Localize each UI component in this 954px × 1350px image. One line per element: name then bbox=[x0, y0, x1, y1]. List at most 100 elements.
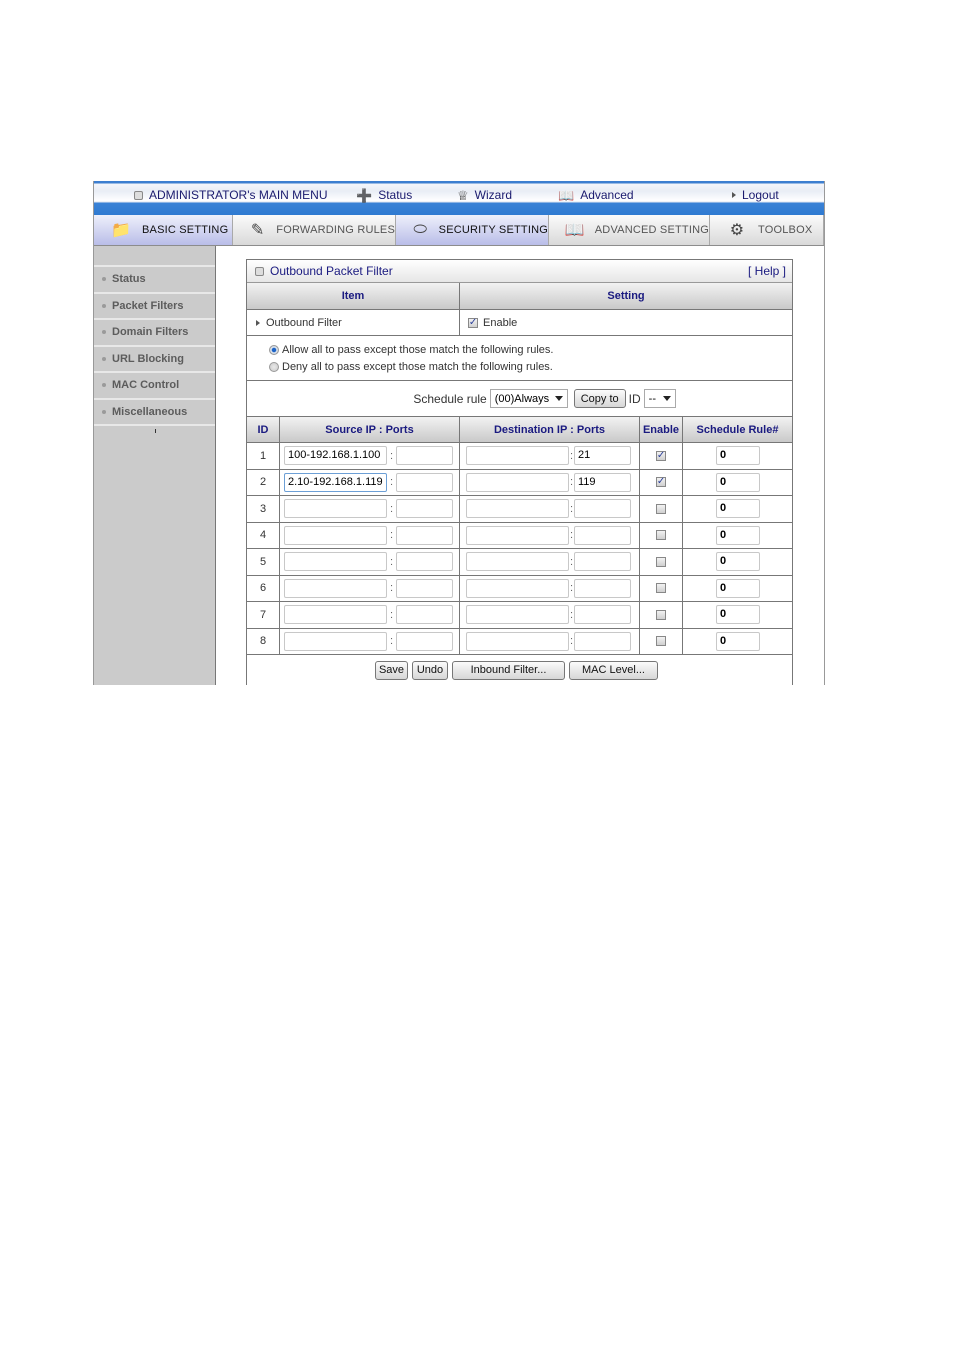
destination-port-input[interactable] bbox=[574, 578, 631, 598]
source-port-input[interactable] bbox=[396, 605, 453, 625]
source-port-input[interactable] bbox=[396, 525, 453, 545]
sidebar-item-miscellaneous[interactable]: Miscellaneous bbox=[94, 398, 215, 423]
colon-separator: : bbox=[389, 449, 394, 462]
radio-allow-option[interactable]: Allow all to pass except those match the… bbox=[269, 344, 792, 356]
destination-port-input[interactable] bbox=[574, 631, 631, 651]
colon-separator: : bbox=[389, 635, 394, 648]
destination-cell: : bbox=[460, 602, 640, 628]
destination-port-input[interactable] bbox=[574, 499, 631, 519]
save-button[interactable]: Save bbox=[375, 660, 408, 680]
schedule-rule-input[interactable]: 0 bbox=[716, 446, 760, 466]
schedule-rule-input[interactable]: 0 bbox=[716, 472, 760, 492]
schedule-rule-select[interactable]: (00)Always bbox=[489, 389, 568, 408]
rule-enable-checkbox[interactable] bbox=[656, 636, 666, 647]
source-ip-input[interactable] bbox=[284, 631, 387, 651]
source-ip-input[interactable] bbox=[284, 525, 387, 545]
tab-forwarding-rules[interactable]: ✎ FORWARDING RULES bbox=[233, 215, 396, 245]
source-ip-input[interactable] bbox=[284, 578, 387, 598]
source-ip-input[interactable] bbox=[284, 605, 387, 625]
item-setting-header: Item Setting bbox=[247, 283, 792, 310]
chevron-down-icon bbox=[555, 396, 564, 401]
destination-port-input[interactable] bbox=[574, 552, 631, 572]
source-port-input[interactable] bbox=[396, 446, 453, 466]
schedule-rule-input[interactable]: 0 bbox=[716, 631, 760, 651]
copy-id-select[interactable]: -- bbox=[643, 389, 676, 408]
radio-allow[interactable] bbox=[269, 344, 279, 355]
rule-enable-checkbox[interactable] bbox=[656, 609, 666, 620]
destination-ip-input[interactable] bbox=[466, 578, 569, 598]
bullet-icon bbox=[102, 409, 106, 414]
source-ip-input[interactable]: 100-192.168.1.100 bbox=[284, 446, 387, 466]
tab-basic-setting[interactable]: 📁 BASIC SETTING bbox=[94, 215, 233, 245]
schedule-rule-input[interactable]: 0 bbox=[716, 525, 760, 545]
sidebar-item-packet-filters[interactable]: Packet Filters bbox=[94, 292, 215, 317]
source-port-input[interactable] bbox=[396, 552, 453, 572]
destination-ip-input[interactable] bbox=[466, 446, 569, 466]
rule-row: 5:: 0 bbox=[247, 549, 792, 576]
tab-toolbox[interactable]: ⚙ TOOLBOX bbox=[710, 215, 824, 245]
source-port-input[interactable] bbox=[396, 472, 453, 492]
destination-ip-input[interactable] bbox=[466, 605, 569, 625]
sidebar-item-mac-control[interactable]: MAC Control bbox=[94, 371, 215, 396]
col-destination: Destination IP : Ports bbox=[460, 417, 640, 442]
source-port-input[interactable] bbox=[396, 631, 453, 651]
tab-advanced-setting[interactable]: 📖 ADVANCED SETTING bbox=[549, 215, 710, 245]
source-port-input[interactable] bbox=[396, 578, 453, 598]
radio-deny-option[interactable]: Deny all to pass except those match the … bbox=[269, 361, 792, 373]
top-menu-advanced[interactable]: 📖 Advanced bbox=[558, 188, 634, 202]
sidebar-item-status[interactable]: Status bbox=[94, 265, 215, 290]
chevron-down-icon bbox=[662, 396, 671, 401]
rule-enable-checkbox[interactable] bbox=[656, 556, 666, 567]
rule-enable-checkbox[interactable] bbox=[656, 583, 666, 594]
schedule-cell: 0 bbox=[683, 629, 792, 655]
rule-row: 6:: 0 bbox=[247, 575, 792, 602]
rule-id: 8 bbox=[247, 628, 280, 654]
panel-title: Outbound Packet Filter bbox=[270, 264, 393, 278]
sidebar-item-domain-filters[interactable]: Domain Filters bbox=[94, 318, 215, 343]
rule-enable-checkbox[interactable]: ✓ bbox=[656, 477, 666, 488]
top-menu-wizard[interactable]: ♕ Wizard bbox=[457, 188, 512, 202]
destination-ip-input[interactable] bbox=[466, 499, 569, 519]
tab-security-setting[interactable]: ⬭ SECURITY SETTING bbox=[396, 215, 549, 245]
colon-separator: : bbox=[389, 502, 394, 515]
destination-ip-input[interactable] bbox=[466, 631, 569, 651]
destination-port-input[interactable] bbox=[574, 605, 631, 625]
outbound-filter-enable-checkbox[interactable]: ✓ bbox=[468, 317, 478, 328]
destination-port-input[interactable]: 21 bbox=[574, 446, 631, 466]
undo-button[interactable]: Undo bbox=[412, 660, 448, 680]
source-ip-input[interactable] bbox=[284, 552, 387, 572]
rule-enable-checkbox[interactable] bbox=[656, 530, 666, 541]
sidebar-item-url-blocking[interactable]: URL Blocking bbox=[94, 345, 215, 370]
destination-ip-input[interactable] bbox=[466, 552, 569, 572]
top-menu-status[interactable]: ➕ Status bbox=[356, 188, 412, 202]
destination-ip-input[interactable] bbox=[466, 525, 569, 545]
rule-enable-checkbox[interactable]: ✓ bbox=[656, 450, 666, 461]
filter-mode-radios: Allow all to pass except those match the… bbox=[247, 336, 792, 381]
top-menu-logout[interactable]: Logout bbox=[732, 188, 779, 202]
schedule-rule-input[interactable]: 0 bbox=[716, 605, 760, 625]
schedule-rule-input[interactable]: 0 bbox=[716, 578, 760, 598]
radio-deny[interactable] bbox=[269, 361, 279, 372]
copy-to-button[interactable]: Copy to bbox=[573, 389, 626, 408]
inbound-filter-button[interactable]: Inbound Filter... bbox=[452, 660, 565, 680]
enable-cell bbox=[640, 575, 683, 601]
rule-id: 5 bbox=[247, 549, 280, 575]
enable-cell bbox=[640, 522, 683, 548]
outbound-filter-label: Outbound Filter bbox=[266, 316, 342, 329]
source-ip-input[interactable] bbox=[284, 499, 387, 519]
source-ip-input[interactable]: 2.10-192.168.1.119 bbox=[284, 472, 387, 492]
advanced-setting-icon: 📖 bbox=[564, 222, 585, 239]
source-port-input[interactable] bbox=[396, 499, 453, 519]
outbound-filter-row: Outbound Filter ✓ Enable bbox=[247, 310, 792, 336]
schedule-rule-input[interactable]: 0 bbox=[716, 499, 760, 519]
source-cell: : bbox=[280, 496, 460, 522]
destination-port-input[interactable]: 119 bbox=[574, 472, 631, 492]
mac-level-button[interactable]: MAC Level... bbox=[569, 660, 658, 680]
help-link[interactable]: [ Help ] bbox=[748, 264, 786, 278]
sidebar: Status Packet Filters Domain Filters URL… bbox=[94, 246, 216, 685]
rule-enable-checkbox[interactable] bbox=[656, 503, 666, 514]
schedule-rule-input[interactable]: 0 bbox=[716, 552, 760, 572]
destination-port-input[interactable] bbox=[574, 525, 631, 545]
status-icon: ➕ bbox=[356, 187, 373, 203]
destination-ip-input[interactable] bbox=[466, 472, 569, 492]
